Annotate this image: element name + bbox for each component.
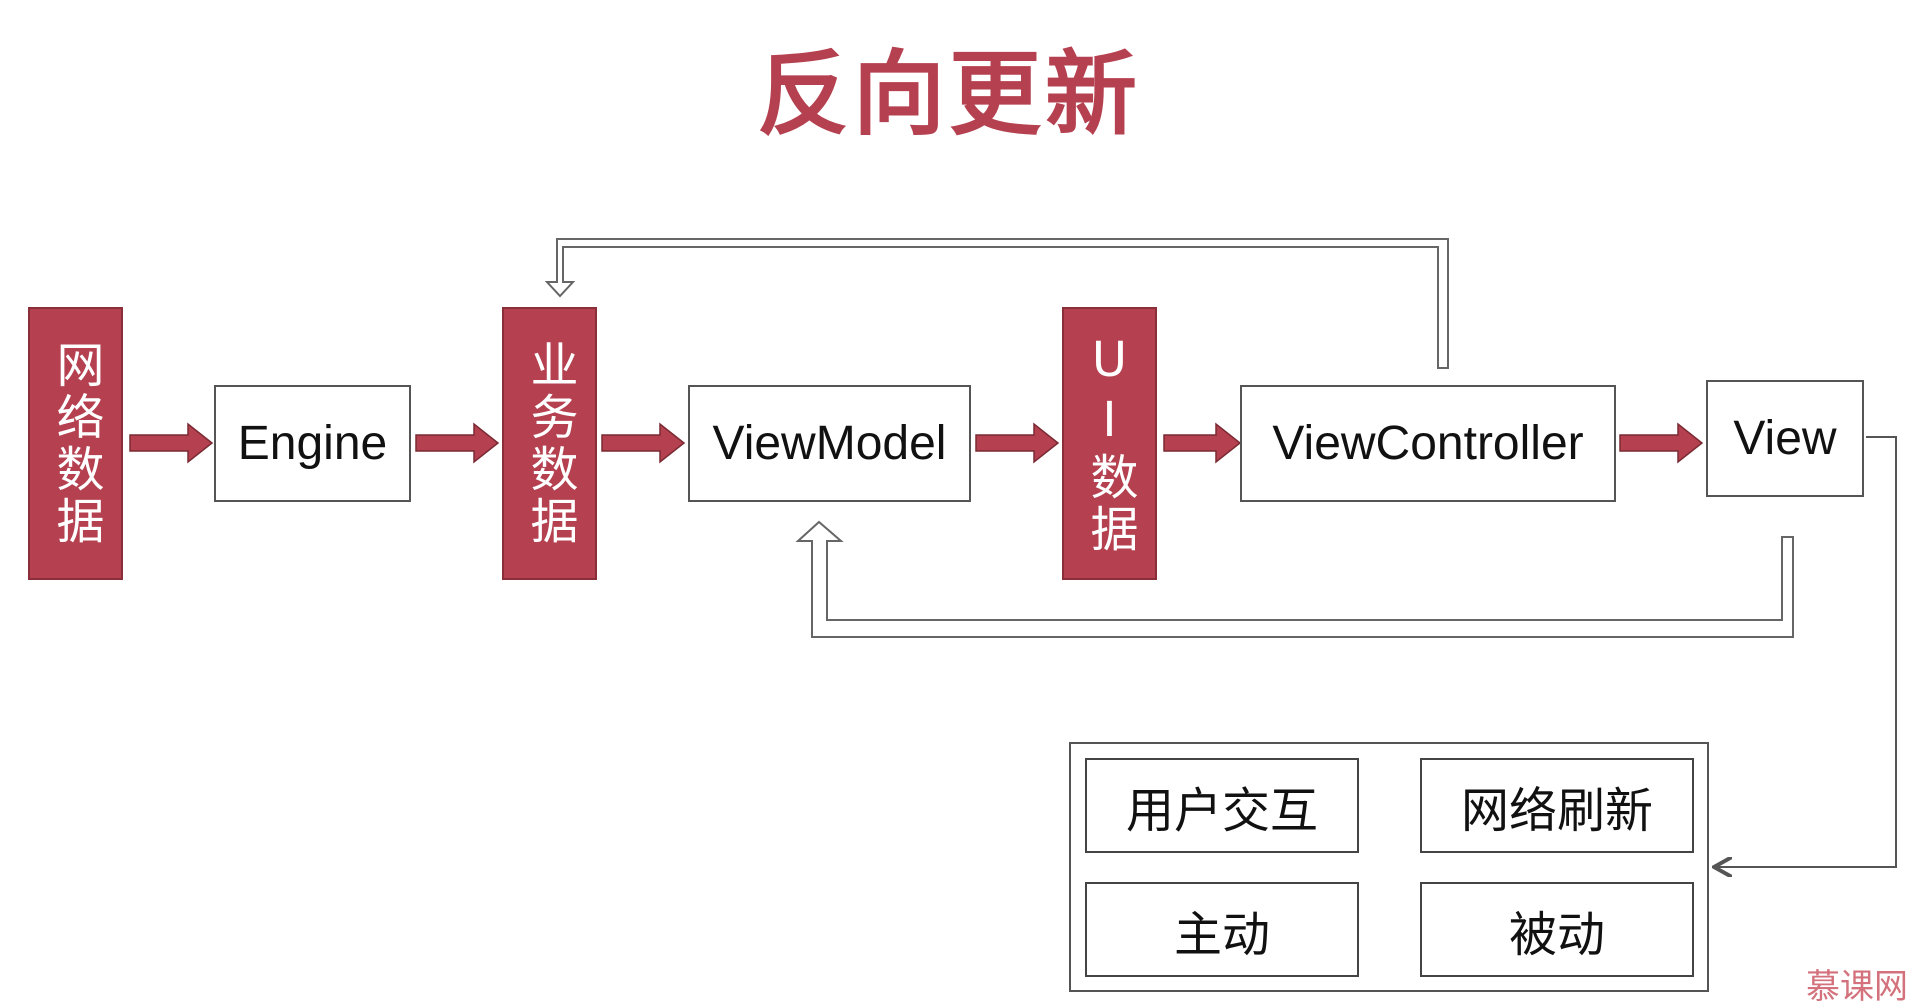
update-triggers-group: 用户交互 网络刷新 主动 被动 <box>1069 742 1709 992</box>
viewcontroller-box: ViewController <box>1240 385 1616 502</box>
network-data-label: 网络数据 <box>47 339 104 548</box>
network-data-box: 网络数据 <box>28 307 123 580</box>
viewcontroller-label: ViewController <box>1272 417 1584 470</box>
arrow-business-to-viewmodel <box>601 422 686 464</box>
feedback-arrow-bottom <box>795 520 1794 638</box>
view-to-triggers-connector <box>1716 436 1897 867</box>
arrow-viewmodel-to-ui <box>975 422 1060 464</box>
trigger-network-refresh: 网络刷新 <box>1420 758 1694 853</box>
engine-label: Engine <box>237 417 388 470</box>
ui-data-label: UI数据 <box>1081 331 1138 556</box>
ui-data-box: UI数据 <box>1062 307 1157 580</box>
engine-box: Engine <box>214 385 411 502</box>
view-box: View <box>1706 380 1864 497</box>
business-data-box: 业务数据 <box>502 307 597 580</box>
viewmodel-label: ViewModel <box>712 417 947 470</box>
arrow-ui-to-viewcontroller <box>1163 422 1242 464</box>
viewmodel-box: ViewModel <box>688 385 971 502</box>
trigger-active: 主动 <box>1085 882 1359 977</box>
business-data-label: 业务数据 <box>521 339 578 548</box>
trigger-passive: 被动 <box>1420 882 1694 977</box>
watermark-logo: 慕课网 <box>1806 967 1908 1007</box>
arrow-viewcontroller-to-view <box>1619 422 1704 464</box>
view-label: View <box>1733 412 1837 465</box>
arrow-network-to-engine <box>129 422 214 464</box>
feedback-arrow-top <box>544 238 1449 369</box>
trigger-user-interaction: 用户交互 <box>1085 758 1359 853</box>
arrow-engine-to-business <box>415 422 500 464</box>
